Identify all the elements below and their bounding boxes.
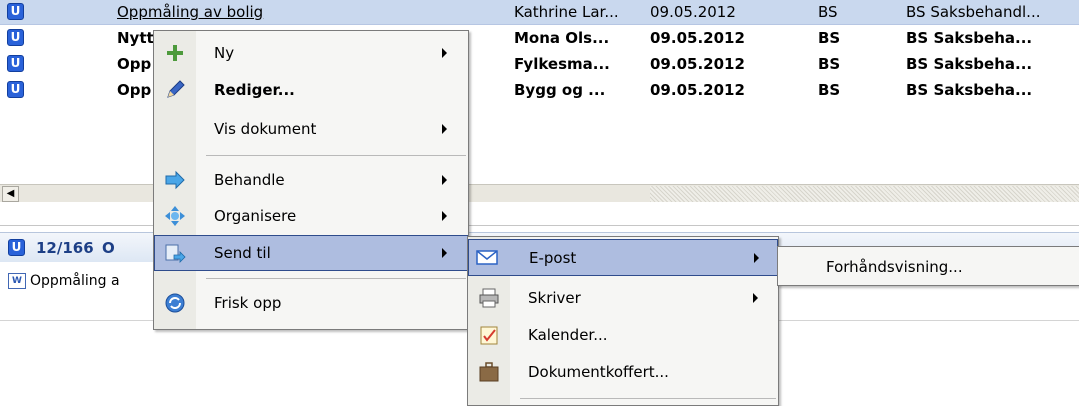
menu-item-printer[interactable]: Skriver bbox=[468, 280, 778, 316]
row-date: 09.05.2012 bbox=[650, 29, 745, 47]
menu-item-send-to[interactable]: Send til bbox=[154, 235, 468, 271]
submenu-arrow-icon bbox=[754, 253, 759, 263]
document-type-icon: U bbox=[8, 239, 25, 256]
menu-item-label: Rediger... bbox=[214, 81, 295, 99]
row-code: BS bbox=[818, 3, 838, 21]
menu-item-edit[interactable]: Rediger... bbox=[154, 72, 468, 108]
row-date: 09.05.2012 bbox=[650, 55, 745, 73]
organize-icon bbox=[165, 206, 185, 226]
menu-item-label: Kalender... bbox=[528, 326, 608, 344]
process-arrow-icon bbox=[165, 170, 185, 190]
menu-separator bbox=[206, 278, 466, 279]
menu-item-refresh[interactable]: Frisk opp bbox=[154, 285, 468, 321]
document-type-icon: U bbox=[7, 3, 24, 20]
word-document-icon: W bbox=[8, 273, 26, 289]
send-to-icon bbox=[165, 244, 186, 263]
menu-item-label: Dokumentkoffert... bbox=[528, 363, 669, 381]
row-role: BS Saksbeha... bbox=[906, 29, 1033, 47]
menu-item-label: Skriver bbox=[528, 289, 581, 307]
menu-item-process[interactable]: Behandle bbox=[154, 162, 468, 198]
row-code: BS bbox=[818, 55, 841, 73]
record-counter: 12/166 bbox=[36, 239, 94, 257]
row-person: Fylkesma... bbox=[514, 55, 610, 73]
row-code: BS bbox=[818, 29, 841, 47]
pane-title-fragment: O bbox=[102, 239, 115, 257]
menu-item-email[interactable]: E-post bbox=[468, 239, 778, 276]
calendar-icon bbox=[480, 326, 498, 345]
menu-item-new[interactable]: Ny bbox=[154, 35, 468, 71]
menu-item-view-document[interactable]: Vis dokument bbox=[154, 111, 468, 147]
menu-item-label: Send til bbox=[214, 244, 271, 262]
document-type-icon: U bbox=[7, 81, 24, 98]
menu-item-label: Organisere bbox=[214, 207, 297, 225]
menu-separator bbox=[520, 398, 776, 399]
submenu-arrow-icon bbox=[442, 248, 447, 258]
menu-item-label: Vis dokument bbox=[214, 120, 317, 138]
submenu-arrow-icon bbox=[442, 48, 447, 58]
menu-item-label: Behandle bbox=[214, 171, 285, 189]
menu-item-organize[interactable]: Organisere bbox=[154, 198, 468, 234]
menu-item-briefcase[interactable]: Dokumentkoffert... bbox=[468, 354, 778, 390]
submenu-arrow-icon bbox=[753, 293, 758, 303]
attachment-name[interactable]: Oppmåling a bbox=[30, 273, 120, 289]
menu-separator bbox=[206, 155, 466, 156]
printer-icon bbox=[479, 288, 499, 308]
scroll-left-button[interactable]: ◀ bbox=[2, 186, 19, 202]
row-role: BS Saksbeha... bbox=[906, 55, 1033, 73]
document-type-icon: U bbox=[7, 29, 24, 46]
new-plus-icon bbox=[167, 45, 183, 61]
row-person: Kathrine Lar... bbox=[514, 3, 619, 21]
row-role: BS Saksbeha... bbox=[906, 81, 1033, 99]
context-menu: Ny Rediger... Vis dokument Behandle Orga… bbox=[153, 30, 469, 330]
row-date: 09.05.2012 bbox=[650, 81, 745, 99]
menu-item-label: E-post bbox=[529, 249, 577, 267]
submenu-arrow-icon bbox=[442, 211, 447, 221]
submenu-arrow-icon bbox=[442, 124, 447, 134]
submenu-arrow-icon bbox=[442, 175, 447, 185]
send-to-submenu: E-post Skriver Kalender... Dokumentkoffe… bbox=[467, 236, 779, 406]
row-code: BS bbox=[818, 81, 841, 99]
email-submenu: Forhåndsvisning... bbox=[777, 246, 1079, 286]
refresh-icon bbox=[165, 293, 185, 313]
row-person: Bygg og ... bbox=[514, 81, 606, 99]
row-role: BS Saksbehandl... bbox=[906, 3, 1041, 21]
envelope-icon bbox=[476, 250, 498, 265]
scrollbar-track[interactable] bbox=[650, 186, 1079, 202]
document-type-icon: U bbox=[7, 55, 24, 72]
row-date: 09.05.2012 bbox=[650, 3, 736, 21]
pencil-icon bbox=[167, 80, 185, 98]
row-title: Oppmåling av bolig bbox=[117, 3, 264, 21]
briefcase-icon bbox=[479, 362, 499, 382]
menu-item-label: Forhåndsvisning... bbox=[826, 258, 963, 276]
menu-item-preview[interactable]: Forhåndsvisning... bbox=[778, 249, 1078, 285]
menu-item-label: Frisk opp bbox=[214, 294, 282, 312]
row-person: Mona Ols... bbox=[514, 29, 610, 47]
menu-item-label: Ny bbox=[214, 44, 235, 62]
table-row[interactable]: U Oppmåling av bolig Kathrine Lar... 09.… bbox=[0, 0, 1079, 25]
menu-item-calendar[interactable]: Kalender... bbox=[468, 317, 778, 353]
